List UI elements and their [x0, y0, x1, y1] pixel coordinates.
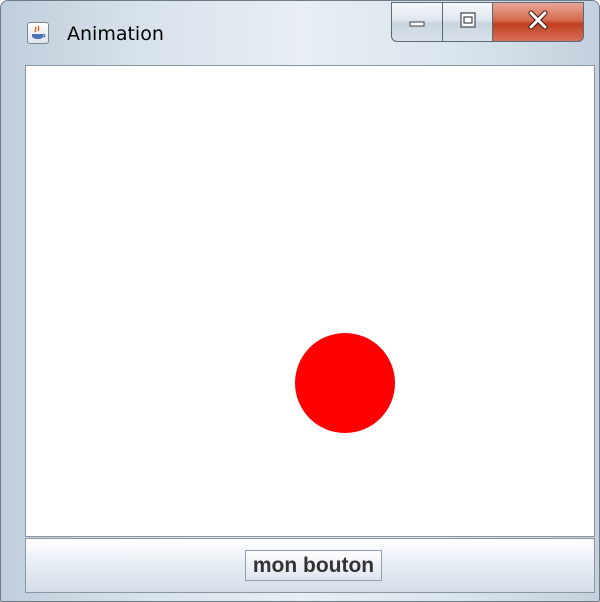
red-ball: [295, 333, 395, 433]
maximize-button[interactable]: [443, 2, 493, 42]
app-window: Animation mon bouton: [0, 0, 600, 602]
title-bar[interactable]: Animation: [1, 1, 599, 61]
button-panel: mon bouton: [25, 538, 595, 593]
window-title: Animation: [67, 23, 164, 45]
close-icon: [527, 10, 549, 34]
maximize-icon: [458, 11, 478, 33]
animation-canvas: [25, 65, 595, 537]
java-app-icon[interactable]: [27, 22, 49, 44]
minimize-button[interactable]: [391, 2, 443, 42]
mon-bouton-button[interactable]: mon bouton: [245, 550, 382, 581]
close-button[interactable]: [493, 2, 584, 42]
minimize-icon: [407, 13, 427, 32]
caption-buttons: [391, 2, 584, 42]
